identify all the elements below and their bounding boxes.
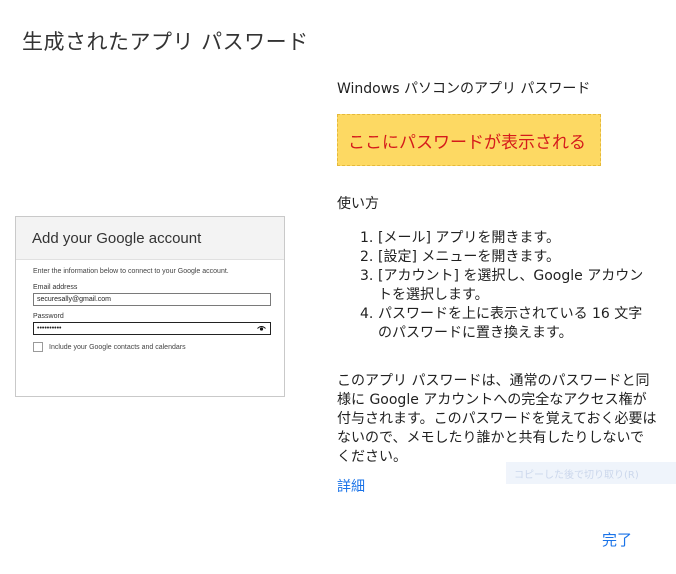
step-text: [アカウント] を選択し、Google アカウントを選択します。 bbox=[378, 268, 644, 303]
dialog-intro-text: Enter the information below to connect t… bbox=[33, 268, 229, 275]
email-field: securesally@gmail.com bbox=[33, 293, 271, 306]
step-item: 3. [アカウント] を選択し、Google アカウントを選択します。 bbox=[360, 267, 650, 305]
eye-icon bbox=[257, 325, 266, 334]
step-text: [設定] メニューを開きます。 bbox=[378, 249, 560, 265]
step-text: パスワードを上に表示されている 16 文字のパスワードに置き換えます。 bbox=[378, 306, 643, 341]
howto-heading: 使い方 bbox=[337, 196, 379, 212]
email-label: Email address bbox=[33, 284, 78, 291]
context-tooltip: コピーした後で切り取り(R) bbox=[506, 462, 676, 484]
email-value: securesally@gmail.com bbox=[37, 296, 112, 303]
step-number: 4. bbox=[360, 306, 374, 322]
step-item: 2. [設定] メニューを開きます。 bbox=[360, 248, 650, 267]
generated-password-box[interactable]: ここにパスワードが表示される bbox=[337, 114, 601, 166]
context-tooltip-text: コピーした後で切り取り(R) bbox=[514, 469, 639, 481]
instruction-steps: 1. [メール] アプリを開きます。 2. [設定] メニューを開きます。 3.… bbox=[360, 229, 650, 343]
step-number: 2. bbox=[360, 249, 374, 265]
step-text: [メール] アプリを開きます。 bbox=[378, 230, 560, 246]
password-field: •••••••••• bbox=[33, 322, 271, 335]
done-button[interactable]: 完了 bbox=[602, 529, 632, 550]
contacts-checkbox bbox=[33, 342, 43, 352]
step-item: 1. [メール] アプリを開きます。 bbox=[360, 229, 650, 248]
step-number: 3. bbox=[360, 268, 374, 284]
password-value: •••••••••• bbox=[37, 325, 62, 332]
password-label: Password bbox=[33, 313, 64, 320]
description-text: このアプリ パスワードは、通常のパスワードと同様に Google アカウントへの… bbox=[337, 373, 657, 465]
section-heading: Windows パソコンのアプリ パスワード bbox=[337, 81, 591, 97]
step-item: 4. パスワードを上に表示されている 16 文字のパスワードに置き換えます。 bbox=[360, 305, 650, 343]
dialog-body: Enter the information below to connect t… bbox=[16, 260, 284, 352]
generated-password-text[interactable]: ここにパスワードが表示される bbox=[348, 128, 586, 153]
windows-add-account-dialog-illustration: Add your Google account Enter the inform… bbox=[15, 216, 285, 397]
details-link[interactable]: 詳細 bbox=[337, 476, 365, 496]
contacts-checkbox-label: Include your Google contacts and calenda… bbox=[49, 343, 186, 351]
step-number: 1. bbox=[360, 230, 374, 246]
page-title: 生成されたアプリ パスワード bbox=[22, 30, 309, 54]
contacts-checkbox-row: Include your Google contacts and calenda… bbox=[33, 342, 270, 352]
dialog-title: Add your Google account bbox=[16, 217, 284, 260]
